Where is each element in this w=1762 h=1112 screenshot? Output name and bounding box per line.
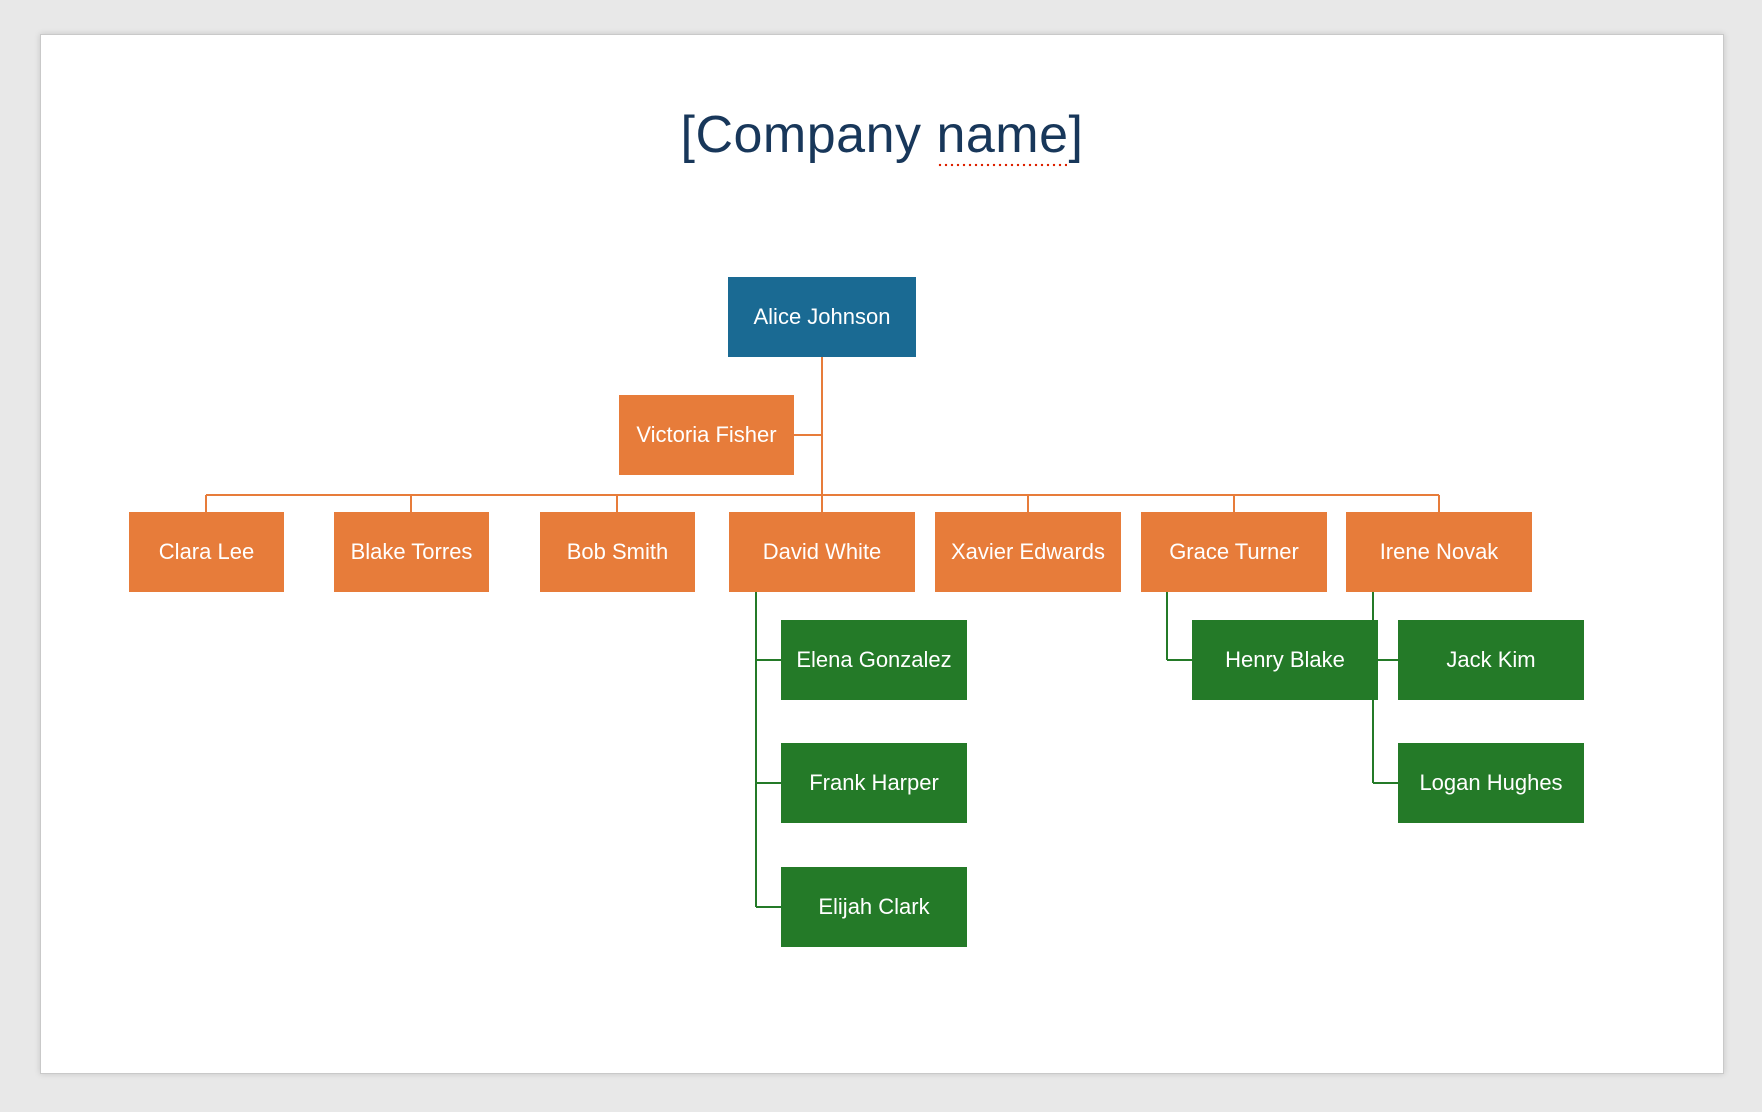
org-node-label: Jack Kim [1446,647,1535,673]
org-node-label: Henry Blake [1225,647,1345,673]
org-node-label: Logan Hughes [1419,770,1562,796]
slide-canvas[interactable]: [Company name] [40,34,1724,1074]
org-node-manager-1[interactable]: Blake Torres [334,512,489,592]
title-word: name [936,105,1068,165]
stage: [Company name] [0,0,1762,1112]
org-node-label: Alice Johnson [754,304,891,330]
org-node-leaf-david-2[interactable]: Elijah Clark [781,867,967,947]
org-node-assistant[interactable]: Victoria Fisher [619,395,794,475]
org-node-manager-2[interactable]: Bob Smith [540,512,695,592]
org-node-leaf-irene-1[interactable]: Logan Hughes [1398,743,1584,823]
org-node-leaf-david-0[interactable]: Elena Gonzalez [781,620,967,700]
org-node-label: Xavier Edwards [951,539,1105,565]
org-node-label: Frank Harper [809,770,939,796]
title-prefix: [Company [681,106,937,164]
org-node-manager-6[interactable]: Irene Novak [1346,512,1532,592]
org-node-manager-3[interactable]: David White [729,512,915,592]
org-node-label: Bob Smith [567,539,669,565]
org-node-label: Elena Gonzalez [796,647,951,673]
title-suffix: ] [1069,106,1084,164]
org-node-label: Elijah Clark [818,894,929,920]
org-node-label: Blake Torres [351,539,473,565]
org-node-label: David White [763,539,882,565]
org-node-label: Victoria Fisher [636,422,776,448]
org-node-label: Irene Novak [1380,539,1499,565]
org-node-leaf-grace-0[interactable]: Henry Blake [1192,620,1378,700]
org-node-leaf-irene-0[interactable]: Jack Kim [1398,620,1584,700]
org-node-ceo[interactable]: Alice Johnson [728,277,916,357]
org-node-label: Clara Lee [159,539,254,565]
org-node-leaf-david-1[interactable]: Frank Harper [781,743,967,823]
org-node-manager-0[interactable]: Clara Lee [129,512,284,592]
org-node-manager-4[interactable]: Xavier Edwards [935,512,1121,592]
org-node-manager-5[interactable]: Grace Turner [1141,512,1327,592]
page-title[interactable]: [Company name] [41,105,1723,165]
org-node-label: Grace Turner [1169,539,1299,565]
